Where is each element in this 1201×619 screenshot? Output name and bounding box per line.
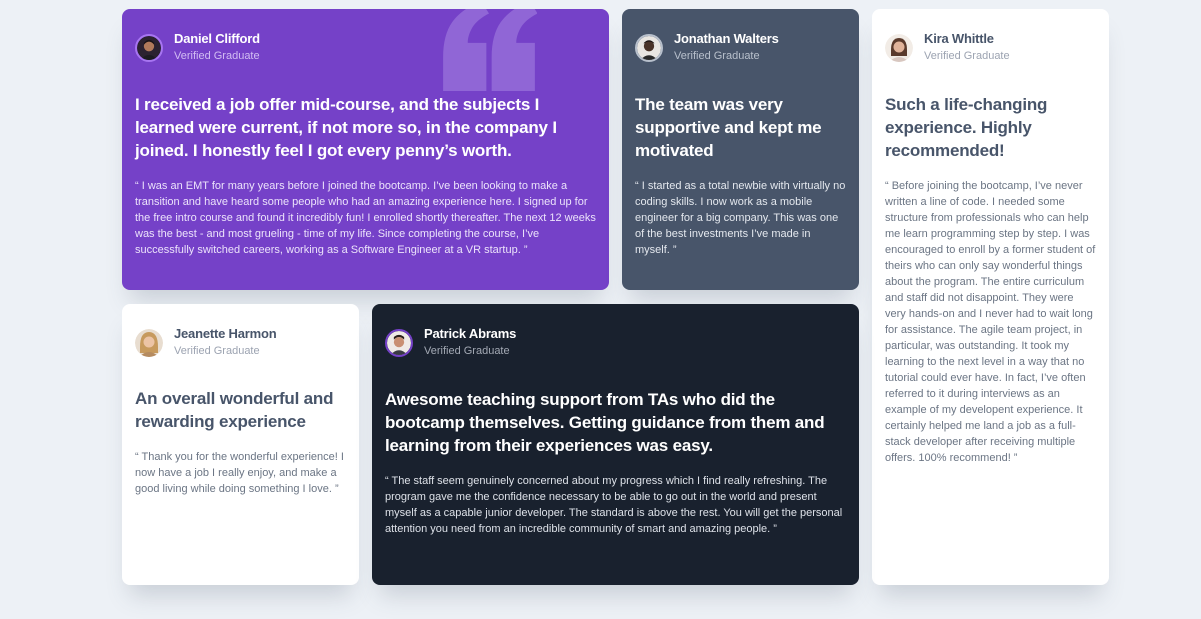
testimonials-grid: Daniel Clifford Verified Graduate I rece… xyxy=(122,9,1109,585)
testimonial-body: “ The staff seem genuinely concerned abo… xyxy=(385,475,843,535)
testimonial-body: “ I was an EMT for many years before I j… xyxy=(135,180,596,256)
testimonial-header: Jeanette Harmon Verified Graduate xyxy=(135,326,346,359)
testimonial-headline: Such a life-changing experience. Highly … xyxy=(885,95,1048,160)
avatar-jeanette xyxy=(135,328,163,357)
author-name: Jonathan Walters xyxy=(674,31,779,46)
testimonial-headline: Awesome teaching support from TAs who di… xyxy=(385,390,825,455)
testimonial-headline: I received a job offer mid-course, and t… xyxy=(135,95,557,160)
testimonial-header: Kira Whittle Verified Graduate xyxy=(885,31,1096,64)
author-role: Verified Graduate xyxy=(674,50,760,62)
testimonial-body: “ I started as a total newbie with virtu… xyxy=(635,180,846,256)
testimonial-card-kira: Kira Whittle Verified Graduate Such a li… xyxy=(872,9,1109,585)
author-role: Verified Graduate xyxy=(424,345,510,357)
testimonial-card-patrick: Patrick Abrams Verified Graduate Awesome… xyxy=(372,304,859,585)
testimonial-header: Patrick Abrams Verified Graduate xyxy=(385,326,846,359)
testimonial-header: Daniel Clifford Verified Graduate xyxy=(135,31,596,64)
testimonial-header: Jonathan Walters Verified Graduate xyxy=(635,31,846,64)
testimonial-headline: An overall wonderful and rewarding exper… xyxy=(135,389,334,431)
avatar-patrick xyxy=(385,328,413,357)
author-name: Kira Whittle xyxy=(924,31,994,46)
testimonial-card-jeanette: Jeanette Harmon Verified Graduate An ove… xyxy=(122,304,359,585)
testimonial-body: “ Before joining the bootcamp, I’ve neve… xyxy=(885,180,1096,464)
author-name: Daniel Clifford xyxy=(174,31,260,46)
testimonial-card-daniel: Daniel Clifford Verified Graduate I rece… xyxy=(122,9,609,290)
testimonial-card-jonathan: Jonathan Walters Verified Graduate The t… xyxy=(622,9,859,290)
author-name: Jeanette Harmon xyxy=(174,326,277,341)
author-role: Verified Graduate xyxy=(174,345,260,357)
author-role: Verified Graduate xyxy=(924,50,1010,62)
testimonial-body: “ Thank you for the wonderful experience… xyxy=(135,451,344,495)
author-name: Patrick Abrams xyxy=(424,326,517,341)
avatar-daniel xyxy=(135,33,163,62)
avatar-jonathan xyxy=(635,33,663,62)
author-role: Verified Graduate xyxy=(174,50,260,62)
avatar-kira xyxy=(885,33,913,62)
testimonial-headline: The team was very supportive and kept me… xyxy=(635,95,822,160)
